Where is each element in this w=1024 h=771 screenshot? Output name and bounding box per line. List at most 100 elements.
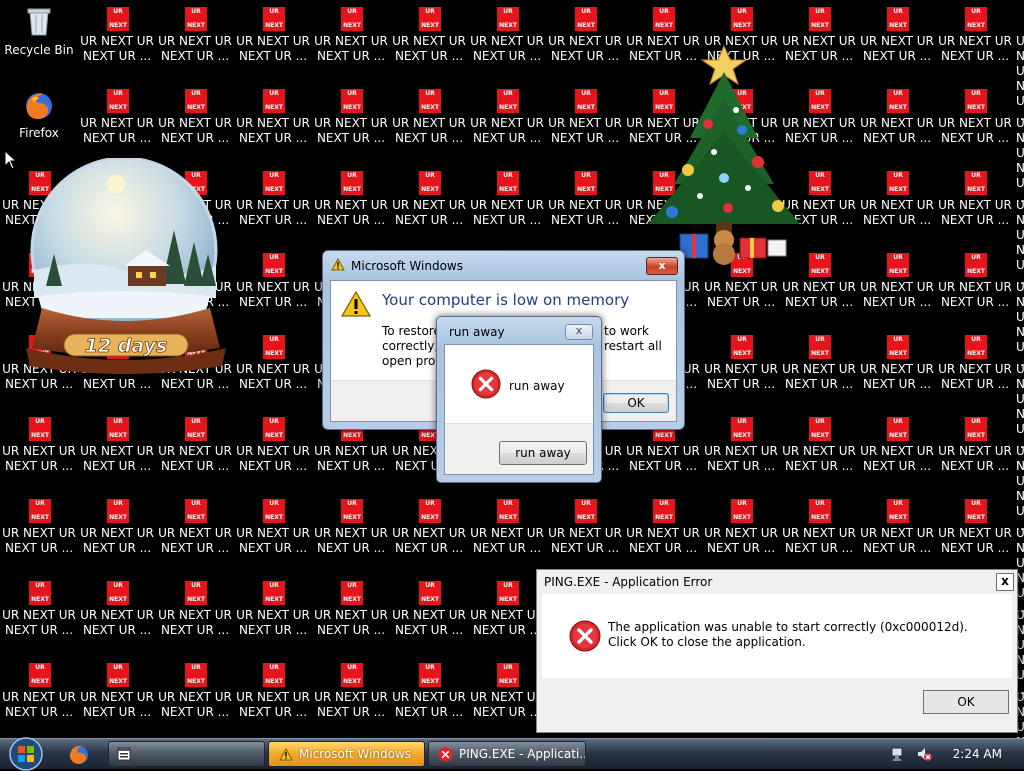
desktop-icon-ur-next[interactable]: URNEXT UR NEXT URNEXT UR ... bbox=[234, 82, 312, 164]
desktop-icon-ur-next[interactable]: URNEXT UR NEXT URNEXT UR ... bbox=[312, 492, 390, 574]
desktop-icon-ur-next[interactable]: URNEXT UR NEXT URNEXT UR ... bbox=[546, 82, 624, 164]
run-away-titlebar[interactable]: run away x bbox=[437, 317, 601, 343]
desktop-icon-ur-next[interactable]: URNEXT UR NEXT URNEXT UR ... bbox=[936, 0, 1014, 82]
desktop-icon-ur-next[interactable]: URNEXT UR NEXT URNEXT UR ... bbox=[390, 0, 468, 82]
desktop-icon-ur-next[interactable]: URNEXT UR NEXT URNEXT UR ... bbox=[858, 410, 936, 492]
desktop-icon-ur-next[interactable]: URNEXT UR NEXT URNEXT UR ... bbox=[858, 164, 936, 246]
desktop-icon-ur-next[interactable]: URNEXT UR NEXT URNEXT UR ... bbox=[234, 164, 312, 246]
ping-close-button[interactable]: x bbox=[996, 573, 1014, 591]
desktop-icon-label-clipped[interactable]: UR NEXT UR NEXT UR ... bbox=[1016, 116, 1024, 206]
desktop-icon-ur-next[interactable]: URNEXT UR NEXT URNEXT UR ... bbox=[0, 574, 78, 656]
desktop-icon-ur-next[interactable]: URNEXT UR NEXT URNEXT UR ... bbox=[546, 0, 624, 82]
desktop-icon-ur-next[interactable]: URNEXT UR NEXT URNEXT UR ... bbox=[156, 656, 234, 738]
firefox-taskbar-icon[interactable] bbox=[68, 744, 90, 766]
desktop-icon-ur-next[interactable]: URNEXT UR NEXT URNEXT UR ... bbox=[0, 656, 78, 738]
desktop-icon-label-clipped[interactable]: UR NEXT UR NEXT UR ... bbox=[1016, 280, 1024, 370]
desktop-icon-ur-next[interactable]: URNEXT UR NEXT URNEXT UR ... bbox=[234, 410, 312, 492]
desktop-icon-ur-next[interactable]: URNEXT UR NEXT URNEXT UR ... bbox=[234, 574, 312, 656]
desktop-icon-ur-next[interactable]: URNEXT UR NEXT URNEXT UR ... bbox=[156, 492, 234, 574]
start-button[interactable] bbox=[6, 737, 46, 771]
desktop-icon-label-clipped[interactable]: UR NEXT UR NEXT UR ... bbox=[1016, 444, 1024, 534]
desktop-icon-ur-next[interactable]: URNEXT UR NEXT URNEXT UR ... bbox=[624, 492, 702, 574]
desktop-icon-ur-next[interactable]: URNEXT UR NEXT URNEXT UR ... bbox=[858, 0, 936, 82]
ping-error-dialog[interactable]: PING.EXE - Application Error x The appli… bbox=[536, 569, 1018, 733]
desktop-icon-ur-next[interactable]: URNEXT UR NEXT URNEXT UR ... bbox=[0, 492, 78, 574]
desktop-icon-ur-next[interactable]: URNEXT UR NEXT URNEXT UR ... bbox=[780, 492, 858, 574]
volume-muted-icon[interactable] bbox=[916, 746, 932, 762]
run-away-close-button[interactable]: x bbox=[565, 324, 593, 340]
desktop-icon-ur-next[interactable]: URNEXT UR NEXT URNEXT UR ... bbox=[390, 492, 468, 574]
desktop-icon-ur-next[interactable]: URNEXT UR NEXT URNEXT UR ... bbox=[468, 82, 546, 164]
desktop-icon-ur-next[interactable]: URNEXT UR NEXT URNEXT UR ... bbox=[858, 82, 936, 164]
desktop-icon-ur-next[interactable]: URNEXT UR NEXT URNEXT UR ... bbox=[312, 656, 390, 738]
desktop-icon-ur-next[interactable]: URNEXT UR NEXT URNEXT UR ... bbox=[312, 82, 390, 164]
ping-ok-button[interactable]: OK bbox=[923, 690, 1009, 714]
desktop-icon-ur-next[interactable]: URNEXT UR NEXT URNEXT UR ... bbox=[156, 574, 234, 656]
desktop-icon-ur-next[interactable]: URNEXT UR NEXT URNEXT UR ... bbox=[936, 246, 1014, 328]
taskbar-microsoft-windows[interactable]: Microsoft Windows bbox=[268, 741, 425, 767]
ping-titlebar[interactable]: PING.EXE - Application Error x bbox=[537, 570, 1017, 594]
desktop-icon-ur-next[interactable]: URNEXT UR NEXT URNEXT UR ... bbox=[936, 164, 1014, 246]
desktop-icon-label-clipped[interactable]: UR NEXT UR NEXT UR ... bbox=[1016, 34, 1024, 124]
desktop-icon-ur-next[interactable]: URNEXT UR NEXT URNEXT UR ... bbox=[390, 656, 468, 738]
low-memory-close-button[interactable]: x bbox=[646, 257, 678, 275]
desktop-icon-ur-next[interactable]: URNEXT UR NEXT URNEXT UR ... bbox=[390, 82, 468, 164]
desktop-icon-ur-next[interactable]: URNEXT UR NEXT URNEXT UR ... bbox=[78, 0, 156, 82]
desktop-icon-ur-next[interactable]: URNEXT UR NEXT URNEXT UR ... bbox=[858, 492, 936, 574]
desktop-icon-ur-next[interactable]: URNEXT UR NEXT URNEXT UR ... bbox=[78, 82, 156, 164]
desktop-icon-ur-next[interactable]: URNEXT UR NEXT URNEXT UR ... bbox=[468, 656, 546, 738]
desktop-icon-ur-next[interactable]: URNEXT UR NEXT URNEXT UR ... bbox=[234, 0, 312, 82]
taskbar-window-button[interactable] bbox=[108, 741, 265, 767]
desktop-icon-ur-next[interactable]: URNEXT UR NEXT URNEXT UR ... bbox=[78, 574, 156, 656]
desktop-icon-ur-next[interactable]: URNEXT UR NEXT URNEXT UR ... bbox=[0, 410, 78, 492]
desktop-icon-label-clipped[interactable]: UR NEXT UR NEXT UR ... bbox=[1016, 198, 1024, 288]
desktop-icon-ur-next[interactable]: URNEXT UR NEXT URNEXT UR ... bbox=[858, 246, 936, 328]
desktop-icon-ur-next[interactable]: URNEXT UR NEXT URNEXT UR ... bbox=[936, 410, 1014, 492]
run-away-dialog[interactable]: run away x run away run away bbox=[436, 316, 602, 483]
desktop-icon-ur-next[interactable]: URNEXT UR NEXT URNEXT UR ... bbox=[468, 0, 546, 82]
network-icon[interactable] bbox=[890, 746, 906, 762]
desktop-icon-ur-next[interactable]: URNEXT UR NEXT URNEXT UR ... bbox=[156, 410, 234, 492]
desktop-icon-ur-next[interactable]: URNEXT UR NEXT URNEXT UR ... bbox=[390, 574, 468, 656]
recycle-bin-shortcut[interactable]: Recycle Bin bbox=[0, 6, 78, 57]
low-memory-titlebar[interactable]: Microsoft Windows x bbox=[323, 251, 684, 279]
low-memory-ok-button[interactable]: OK bbox=[603, 393, 669, 413]
desktop-icon-ur-next[interactable]: URNEXT UR NEXT URNEXT UR ... bbox=[546, 164, 624, 246]
snow-globe-gadget[interactable]: 12 days bbox=[24, 158, 228, 378]
desktop-icon-ur-next[interactable]: URNEXT UR NEXT URNEXT UR ... bbox=[936, 328, 1014, 410]
desktop-icon-ur-next[interactable]: URNEXT UR NEXT URNEXT UR ... bbox=[936, 492, 1014, 574]
desktop-icon-ur-next[interactable]: URNEXT UR NEXT URNEXT UR ... bbox=[858, 328, 936, 410]
desktop-icon-ur-next[interactable]: URNEXT UR NEXT URNEXT UR ... bbox=[234, 328, 312, 410]
christmas-tree-gadget[interactable] bbox=[628, 28, 824, 268]
desktop-icon-label: UR NEXT URNEXT UR ... bbox=[392, 116, 466, 145]
desktop-icon-label-clipped[interactable]: UR NEXT UR NEXT UR ... bbox=[1016, 362, 1024, 452]
run-away-button[interactable]: run away bbox=[499, 441, 587, 465]
desktop-icon-ur-next[interactable]: URNEXT UR NEXT URNEXT UR ... bbox=[468, 574, 546, 656]
desktop-icon-ur-next[interactable]: URNEXT UR NEXT URNEXT UR ... bbox=[312, 0, 390, 82]
desktop-icon-ur-next[interactable]: URNEXT UR NEXT URNEXT UR ... bbox=[78, 492, 156, 574]
desktop-icon-ur-next[interactable]: URNEXT UR NEXT URNEXT UR ... bbox=[312, 164, 390, 246]
firefox-shortcut[interactable]: Firefox bbox=[0, 90, 78, 140]
ur-next-tile-icon: URNEXT bbox=[497, 499, 519, 523]
desktop-icon-ur-next[interactable]: URNEXT UR NEXT URNEXT UR ... bbox=[468, 492, 546, 574]
desktop-icon-ur-next[interactable]: URNEXT UR NEXT URNEXT UR ... bbox=[702, 492, 780, 574]
desktop-icon-ur-next[interactable]: URNEXT UR NEXT URNEXT UR ... bbox=[390, 164, 468, 246]
desktop-icon-ur-next[interactable]: URNEXT UR NEXT URNEXT UR ... bbox=[780, 410, 858, 492]
desktop-icon-ur-next[interactable]: URNEXT UR NEXT URNEXT UR ... bbox=[312, 574, 390, 656]
desktop-icon-ur-next[interactable]: URNEXT UR NEXT URNEXT UR ... bbox=[156, 0, 234, 82]
ur-next-tile-icon: URNEXT bbox=[263, 417, 285, 441]
taskbar-ping-exe[interactable]: PING.EXE - Applicati... bbox=[428, 741, 586, 767]
desktop-icon-ur-next[interactable]: URNEXT UR NEXT URNEXT UR ... bbox=[156, 82, 234, 164]
desktop-icon-ur-next[interactable]: URNEXT UR NEXT URNEXT UR ... bbox=[780, 328, 858, 410]
desktop-icon-ur-next[interactable]: URNEXT UR NEXT URNEXT UR ... bbox=[702, 410, 780, 492]
taskbar-clock[interactable]: 2:24 AM bbox=[953, 747, 1002, 761]
desktop-icon-ur-next[interactable]: URNEXT UR NEXT URNEXT UR ... bbox=[234, 656, 312, 738]
desktop-icon-ur-next[interactable]: URNEXT UR NEXT URNEXT UR ... bbox=[78, 656, 156, 738]
desktop-icon-ur-next[interactable]: URNEXT UR NEXT URNEXT UR ... bbox=[468, 164, 546, 246]
desktop-icon-ur-next[interactable]: URNEXT UR NEXT URNEXT UR ... bbox=[78, 410, 156, 492]
desktop-icon-ur-next[interactable]: URNEXT UR NEXT URNEXT UR ... bbox=[936, 82, 1014, 164]
desktop-icon-ur-next[interactable]: URNEXT UR NEXT URNEXT UR ... bbox=[234, 492, 312, 574]
desktop-icon-ur-next[interactable]: URNEXT UR NEXT URNEXT UR ... bbox=[702, 328, 780, 410]
desktop-icon-ur-next[interactable]: URNEXT UR NEXT URNEXT UR ... bbox=[234, 246, 312, 328]
desktop-icon-ur-next[interactable]: URNEXT UR NEXT URNEXT UR ... bbox=[546, 492, 624, 574]
